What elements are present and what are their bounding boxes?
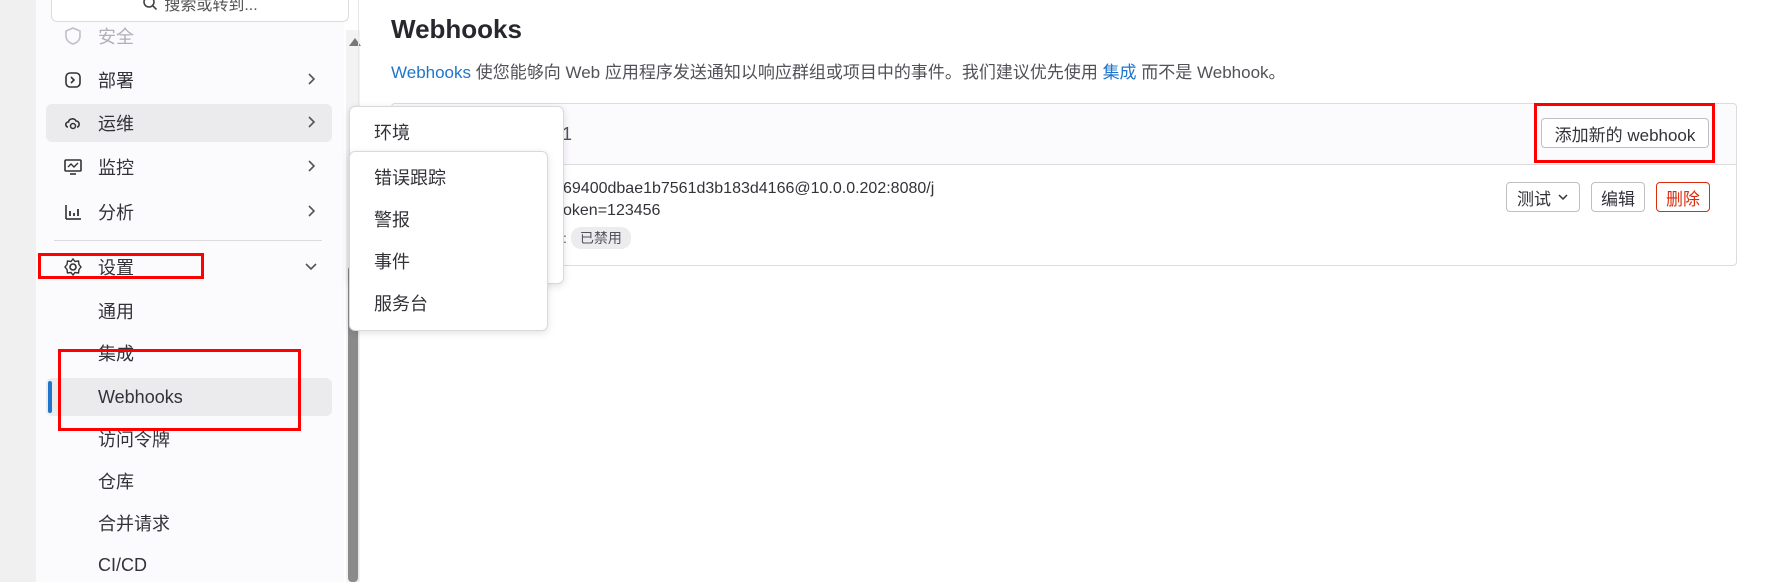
page-description: Webhooks 使您能够向 Web 应用程序发送通知以响应群组或项目中的事件。… <box>391 58 1286 83</box>
sidebar-item-label: 部署 <box>98 71 134 91</box>
subitem-label: 合并请求 <box>98 514 170 534</box>
sidebar: 搜索或转到... 安全 部署 运维 监控 分析 设置 通用 集成 Webhook… <box>36 0 349 584</box>
webhooks-docs-link[interactable]: Webhooks <box>391 63 471 82</box>
sidebar-item-deploy[interactable]: 部署 <box>46 61 332 99</box>
delete-button[interactable]: 删除 <box>1656 182 1710 212</box>
chevron-right-icon <box>308 73 316 85</box>
annotation-box-settings <box>38 253 204 279</box>
description-text-end: 而不是 Webhook。 <box>1136 63 1286 82</box>
page-title: Webhooks <box>391 14 522 44</box>
flyout-item-alerts[interactable]: 警报 <box>374 206 410 232</box>
test-button-label: 测试 <box>1517 189 1551 209</box>
status-badge: 已禁用 <box>570 227 631 249</box>
chart-icon <box>62 201 84 223</box>
webhook-status: : 已禁用 <box>563 227 631 249</box>
sidebar-subitem-general[interactable]: 通用 <box>46 292 332 330</box>
operate-flyout-submenu: 错误跟踪 警报 事件 服务台 <box>349 151 548 331</box>
edit-button[interactable]: 编辑 <box>1591 182 1645 212</box>
sidebar-item-label: 分析 <box>98 203 134 223</box>
cloud-gear-icon <box>62 112 84 134</box>
sidebar-item-monitor[interactable]: 监控 <box>46 148 332 186</box>
subitem-label: 通用 <box>98 302 134 322</box>
scroll-up-arrow-icon[interactable] <box>349 38 361 46</box>
shield-icon <box>62 25 84 47</box>
search-icon <box>143 0 158 11</box>
integrations-link[interactable]: 集成 <box>1103 63 1137 82</box>
annotation-box-webhooks <box>58 349 301 431</box>
deploy-icon <box>62 69 84 91</box>
search-placeholder: 搜索或转到... <box>164 0 258 14</box>
flyout-item-environments[interactable]: 环境 <box>374 119 410 145</box>
chevron-right-icon <box>308 160 316 172</box>
description-text: 使您能够向 Web 应用程序发送通知以响应群组或项目中的事件。我们建议优先使用 <box>471 63 1103 82</box>
webhook-url: 69400dbae1b7561d3b183d4166@10.0.0.202:80… <box>563 180 935 197</box>
chevron-down-icon <box>305 263 317 271</box>
window-left-edge <box>0 0 37 582</box>
flyout-item-error-tracking[interactable]: 错误跟踪 <box>374 164 446 190</box>
sidebar-divider <box>54 240 322 241</box>
flyout-item-incidents[interactable]: 事件 <box>374 248 410 274</box>
sidebar-item-analyze[interactable]: 分析 <box>46 193 332 231</box>
flyout-item-service-desk[interactable]: 服务台 <box>374 290 428 316</box>
active-indicator <box>48 381 52 413</box>
test-dropdown-button[interactable]: 测试 <box>1506 182 1580 212</box>
sidebar-subitem-repository[interactable]: 仓库 <box>46 462 332 500</box>
subitem-label: CI/CD <box>98 554 147 575</box>
webhook-token: oken=123456 <box>563 202 661 219</box>
sidebar-item-operate[interactable]: 运维 <box>46 104 332 142</box>
sidebar-item-label: 安全 <box>98 27 134 47</box>
chevron-right-icon <box>308 116 316 128</box>
sidebar-item-label: 监控 <box>98 158 134 178</box>
annotation-box-add-webhook <box>1534 103 1715 163</box>
sidebar-item-label: 运维 <box>98 114 134 134</box>
chevron-right-icon <box>308 205 316 217</box>
sidebar-subitem-merge-requests[interactable]: 合并请求 <box>46 504 332 542</box>
chevron-down-icon <box>1558 194 1568 201</box>
monitor-icon <box>62 156 84 178</box>
subitem-label: 仓库 <box>98 472 134 492</box>
sidebar-item-security[interactable]: 安全 <box>46 17 332 55</box>
sidebar-subitem-cicd[interactable]: CI/CD <box>46 546 332 584</box>
